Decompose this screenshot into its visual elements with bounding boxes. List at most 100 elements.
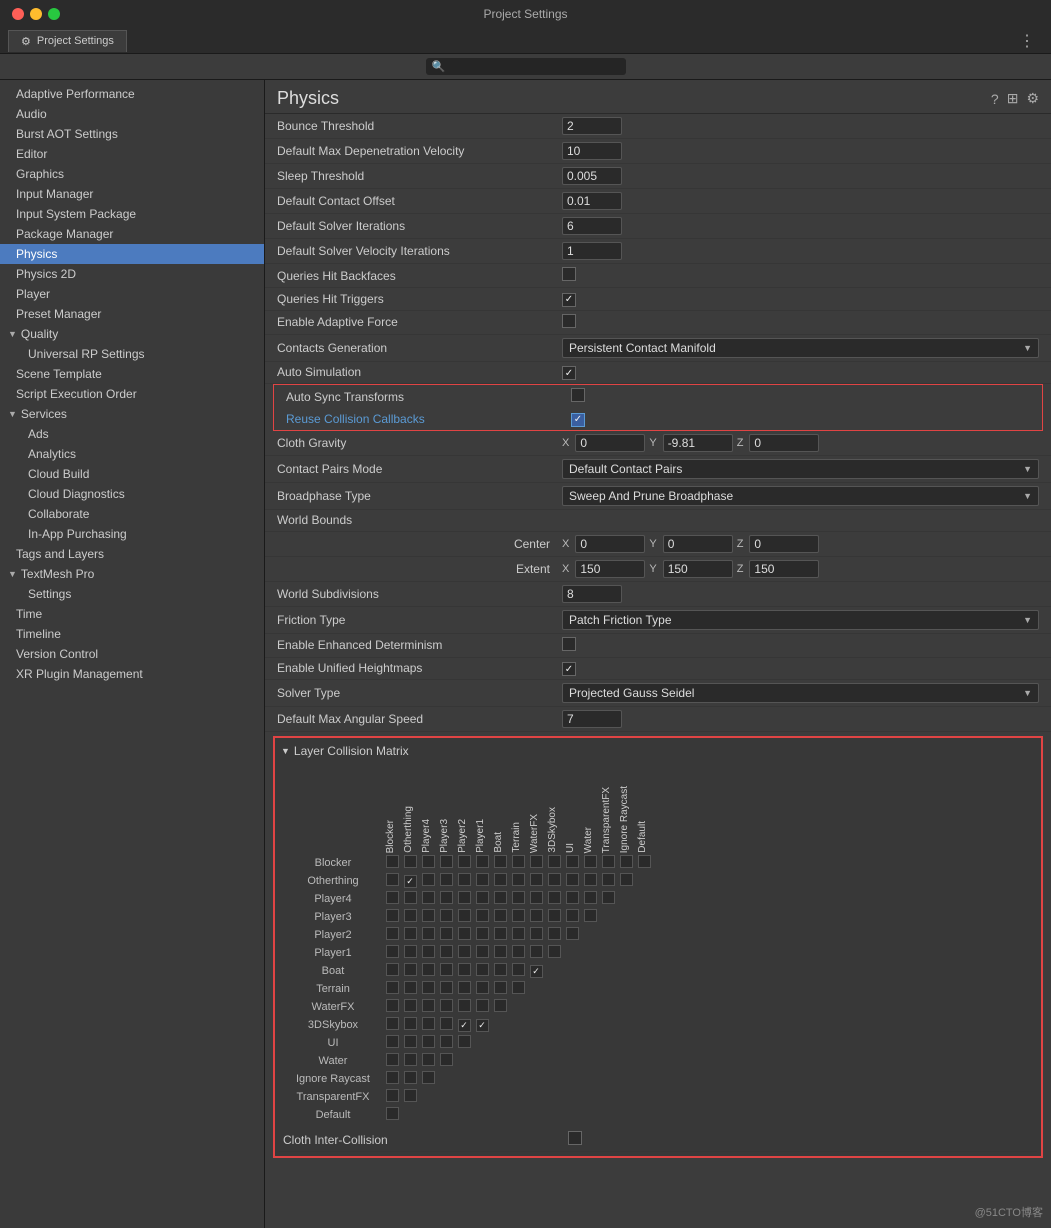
matrix-checkbox[interactable] bbox=[458, 981, 471, 994]
matrix-checkbox[interactable] bbox=[422, 1017, 435, 1030]
cloth-gravity-z[interactable] bbox=[749, 434, 819, 452]
matrix-checkbox[interactable] bbox=[404, 1017, 417, 1030]
matrix-checkbox[interactable] bbox=[422, 909, 435, 922]
matrix-checkbox[interactable] bbox=[584, 891, 597, 904]
matrix-checkbox[interactable] bbox=[476, 1019, 489, 1032]
matrix-checkbox[interactable] bbox=[494, 855, 507, 868]
matrix-checkbox[interactable] bbox=[458, 909, 471, 922]
matrix-checkbox[interactable] bbox=[458, 873, 471, 886]
cloth-gravity-x[interactable] bbox=[575, 434, 645, 452]
matrix-checkbox[interactable] bbox=[386, 999, 399, 1012]
sidebar-item-universal-rp[interactable]: Universal RP Settings bbox=[0, 344, 264, 364]
matrix-checkbox[interactable] bbox=[512, 963, 525, 976]
matrix-checkbox[interactable] bbox=[440, 945, 453, 958]
matrix-checkbox[interactable] bbox=[404, 909, 417, 922]
matrix-checkbox[interactable] bbox=[386, 963, 399, 976]
matrix-checkbox[interactable] bbox=[386, 1107, 399, 1120]
matrix-checkbox[interactable] bbox=[602, 855, 615, 868]
matrix-checkbox[interactable] bbox=[602, 891, 615, 904]
enhanced-det-checkbox[interactable] bbox=[562, 637, 576, 651]
sidebar-item-collaborate[interactable]: Collaborate bbox=[0, 504, 264, 524]
sidebar-group-quality[interactable]: ▼ Quality bbox=[0, 324, 264, 344]
sidebar-item-physics[interactable]: Physics bbox=[0, 244, 264, 264]
heightmaps-checkbox[interactable] bbox=[562, 662, 576, 676]
broadphase-dropdown[interactable]: Sweep And Prune Broadphase ▼ bbox=[562, 486, 1039, 506]
matrix-checkbox[interactable] bbox=[620, 855, 633, 868]
matrix-checkbox[interactable] bbox=[422, 963, 435, 976]
friction-dropdown[interactable]: Patch Friction Type ▼ bbox=[562, 610, 1039, 630]
matrix-checkbox[interactable] bbox=[530, 909, 543, 922]
matrix-checkbox[interactable] bbox=[494, 999, 507, 1012]
sidebar-group-textmesh[interactable]: ▼ TextMesh Pro bbox=[0, 564, 264, 584]
matrix-checkbox[interactable] bbox=[494, 909, 507, 922]
center-z[interactable] bbox=[749, 535, 819, 553]
matrix-checkbox[interactable] bbox=[440, 1017, 453, 1030]
matrix-checkbox[interactable] bbox=[458, 855, 471, 868]
sidebar-item-cloud-diagnostics[interactable]: Cloud Diagnostics bbox=[0, 484, 264, 504]
layout-icon[interactable]: ⊞ bbox=[1007, 90, 1019, 107]
matrix-checkbox[interactable] bbox=[530, 927, 543, 940]
matrix-checkbox[interactable] bbox=[476, 873, 489, 886]
matrix-checkbox[interactable] bbox=[566, 891, 579, 904]
sidebar-item-ads[interactable]: Ads bbox=[0, 424, 264, 444]
sidebar-item-input-system[interactable]: Input System Package bbox=[0, 204, 264, 224]
matrix-checkbox[interactable] bbox=[422, 981, 435, 994]
sidebar-item-version-control[interactable]: Version Control bbox=[0, 644, 264, 664]
matrix-checkbox[interactable] bbox=[458, 945, 471, 958]
matrix-checkbox[interactable] bbox=[386, 909, 399, 922]
matrix-checkbox[interactable] bbox=[512, 981, 525, 994]
matrix-checkbox[interactable] bbox=[404, 999, 417, 1012]
contact-pairs-dropdown[interactable]: Default Contact Pairs ▼ bbox=[562, 459, 1039, 479]
matrix-checkbox[interactable] bbox=[386, 1071, 399, 1084]
matrix-checkbox[interactable] bbox=[476, 981, 489, 994]
sidebar-item-preset-manager[interactable]: Preset Manager bbox=[0, 304, 264, 324]
matrix-checkbox[interactable] bbox=[440, 1053, 453, 1066]
extent-y[interactable] bbox=[663, 560, 733, 578]
matrix-checkbox[interactable] bbox=[458, 999, 471, 1012]
matrix-checkbox[interactable] bbox=[620, 873, 633, 886]
matrix-checkbox[interactable] bbox=[440, 963, 453, 976]
matrix-checkbox[interactable] bbox=[422, 1071, 435, 1084]
sidebar-item-editor[interactable]: Editor bbox=[0, 144, 264, 164]
extent-x[interactable] bbox=[575, 560, 645, 578]
matrix-checkbox[interactable] bbox=[386, 1017, 399, 1030]
matrix-checkbox[interactable] bbox=[512, 855, 525, 868]
matrix-checkbox[interactable] bbox=[476, 909, 489, 922]
matrix-checkbox[interactable] bbox=[386, 927, 399, 940]
matrix-checkbox[interactable] bbox=[494, 981, 507, 994]
matrix-checkbox[interactable] bbox=[404, 891, 417, 904]
matrix-checkbox[interactable] bbox=[386, 1053, 399, 1066]
matrix-checkbox[interactable] bbox=[458, 927, 471, 940]
maximize-button[interactable] bbox=[48, 8, 60, 20]
matrix-checkbox[interactable] bbox=[440, 1035, 453, 1048]
matrix-checkbox[interactable] bbox=[494, 891, 507, 904]
sidebar-item-input-manager[interactable]: Input Manager bbox=[0, 184, 264, 204]
matrix-checkbox[interactable] bbox=[386, 1089, 399, 1102]
matrix-checkbox[interactable] bbox=[548, 873, 561, 886]
bounce-threshold-input[interactable] bbox=[562, 117, 622, 135]
matrix-checkbox[interactable] bbox=[422, 945, 435, 958]
sidebar-item-package-manager[interactable]: Package Manager bbox=[0, 224, 264, 244]
matrix-checkbox[interactable] bbox=[458, 963, 471, 976]
matrix-checkbox[interactable] bbox=[458, 891, 471, 904]
matrix-checkbox[interactable] bbox=[494, 927, 507, 940]
matrix-checkbox[interactable] bbox=[440, 999, 453, 1012]
window-controls[interactable] bbox=[12, 8, 60, 20]
close-button[interactable] bbox=[12, 8, 24, 20]
matrix-checkbox[interactable] bbox=[548, 855, 561, 868]
matrix-checkbox[interactable] bbox=[386, 981, 399, 994]
matrix-checkbox[interactable] bbox=[530, 945, 543, 958]
matrix-checkbox[interactable] bbox=[422, 891, 435, 904]
contact-offset-input[interactable] bbox=[562, 192, 622, 210]
matrix-checkbox[interactable] bbox=[494, 963, 507, 976]
matrix-checkbox[interactable] bbox=[566, 873, 579, 886]
matrix-checkbox[interactable] bbox=[404, 963, 417, 976]
matrix-checkbox[interactable] bbox=[422, 855, 435, 868]
matrix-checkbox[interactable] bbox=[512, 891, 525, 904]
tab-menu-button[interactable]: ⋮ bbox=[1011, 31, 1043, 51]
matrix-checkbox[interactable] bbox=[404, 981, 417, 994]
triggers-checkbox[interactable] bbox=[562, 293, 576, 307]
sidebar-item-burst-aot[interactable]: Burst AOT Settings bbox=[0, 124, 264, 144]
sidebar-item-time[interactable]: Time bbox=[0, 604, 264, 624]
matrix-checkbox[interactable] bbox=[566, 927, 579, 940]
